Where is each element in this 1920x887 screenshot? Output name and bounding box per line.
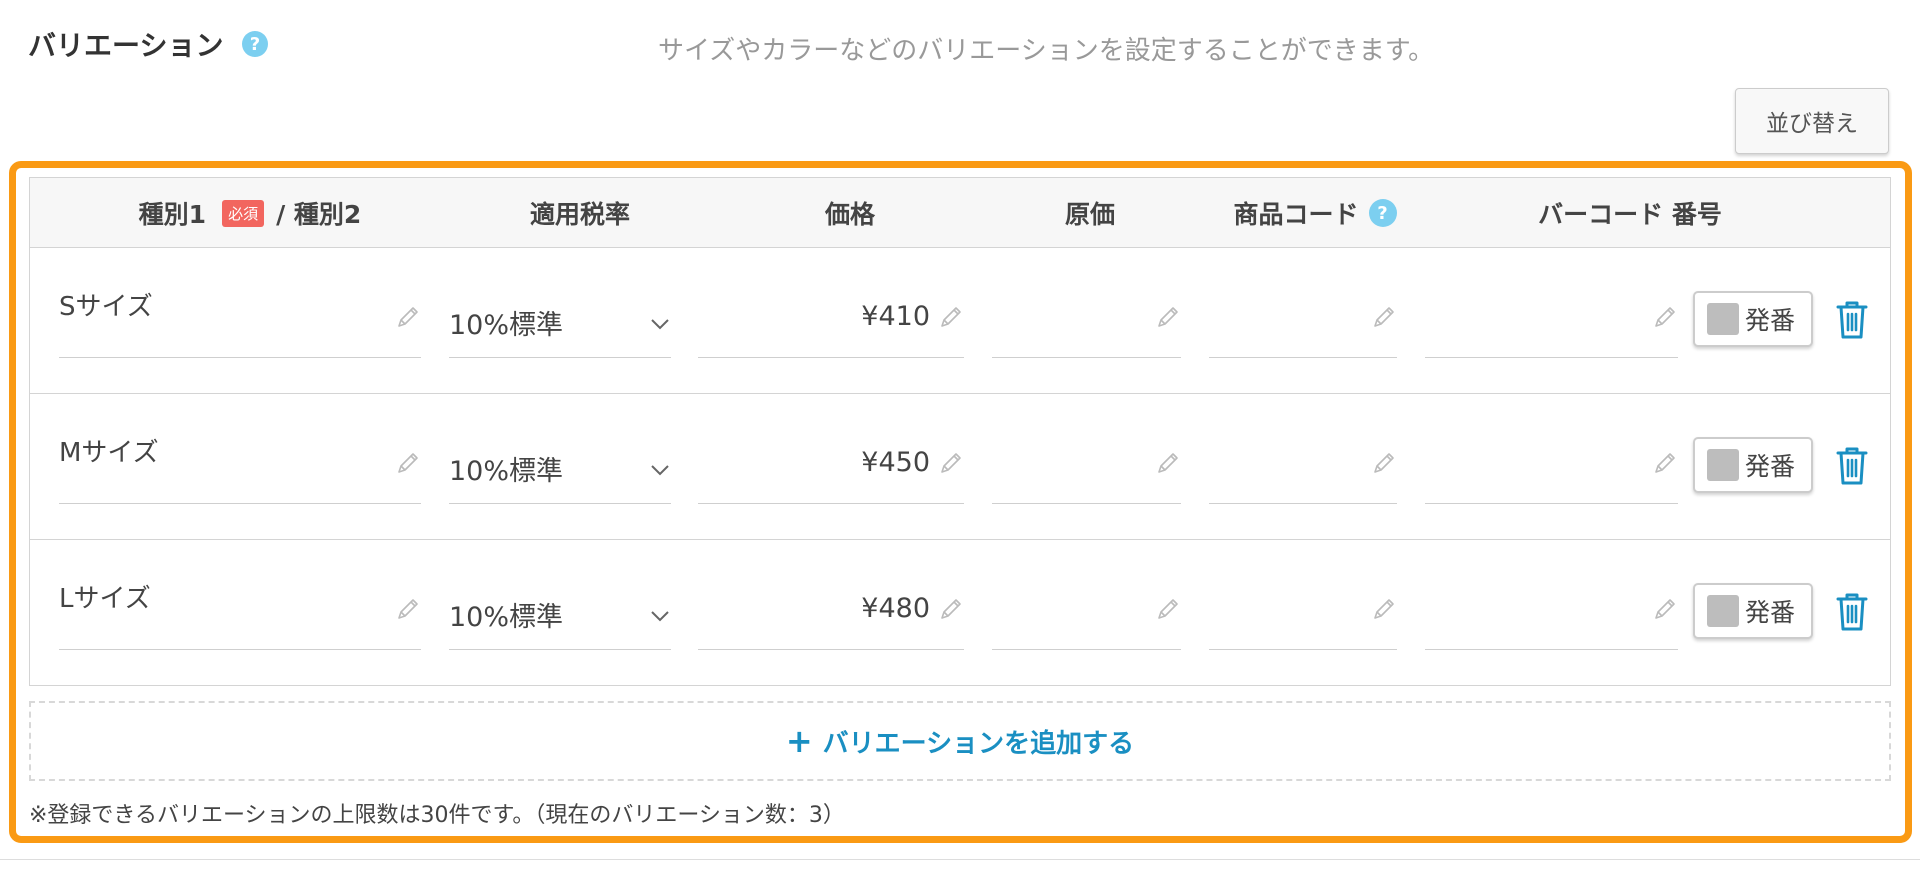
cost-field[interactable] bbox=[992, 394, 1181, 504]
header-type1: 種別1 bbox=[138, 200, 207, 229]
variation-name-field[interactable]: Sサイズ bbox=[59, 248, 421, 358]
barcode-field[interactable] bbox=[1425, 394, 1678, 504]
plus-icon: + bbox=[785, 722, 813, 760]
pencil-icon bbox=[395, 450, 421, 476]
barcode-field[interactable] bbox=[1425, 540, 1678, 650]
tax-rate-value: 10%標準 bbox=[449, 310, 564, 341]
trash-icon[interactable] bbox=[1835, 300, 1869, 340]
table-row: Sサイズ 10%標準 ¥410 発番 bbox=[30, 248, 1890, 394]
variation-table: 種別1 必須 / 種別2 適用税率 価格 原価 商品コード ? バーコード 番号… bbox=[29, 177, 1891, 686]
variation-name: Mサイズ bbox=[59, 438, 159, 468]
price-value: ¥480 bbox=[861, 593, 930, 624]
chevron-down-icon bbox=[649, 608, 671, 622]
price-field[interactable]: ¥480 bbox=[698, 540, 964, 650]
add-variation-button[interactable]: + バリエーションを追加する bbox=[29, 701, 1891, 781]
header-type: 種別1 必須 / 種別2 bbox=[60, 178, 440, 248]
pencil-icon bbox=[395, 304, 421, 330]
issue-label: 発番 bbox=[1745, 452, 1796, 481]
issue-checkbox[interactable] bbox=[1707, 303, 1739, 335]
help-icon[interactable]: ? bbox=[1368, 199, 1397, 227]
price-value: ¥450 bbox=[861, 447, 930, 478]
add-variation-label: バリエーションを追加する bbox=[822, 728, 1135, 759]
header-price: 価格 bbox=[824, 200, 875, 229]
help-icon[interactable]: ? bbox=[242, 31, 268, 57]
pencil-icon bbox=[1652, 450, 1678, 476]
chevron-down-icon bbox=[649, 316, 671, 330]
tax-rate-value: 10%標準 bbox=[449, 602, 564, 633]
section-title: バリエーション bbox=[28, 29, 224, 62]
header-product-code: 商品コード ? bbox=[1200, 178, 1430, 248]
cost-field[interactable] bbox=[992, 248, 1181, 358]
table-header: 種別1 必須 / 種別2 適用税率 価格 原価 商品コード ? バーコード 番号 bbox=[30, 178, 1890, 248]
pencil-icon bbox=[1371, 450, 1397, 476]
cost-field[interactable] bbox=[992, 540, 1181, 650]
table-row: Mサイズ 10%標準 ¥450 発番 bbox=[30, 394, 1890, 540]
header-type2: / 種別2 bbox=[276, 200, 362, 229]
variation-name: Sサイズ bbox=[59, 292, 153, 322]
header-barcode: バーコード 番号 bbox=[1538, 200, 1722, 229]
limit-note: ※登録できるバリエーションの上限数は30件です。（現在のバリエーション数：3） bbox=[29, 803, 845, 828]
divider bbox=[0, 859, 1920, 860]
header-tax-rate: 適用税率 bbox=[529, 200, 630, 229]
variation-name: Lサイズ bbox=[59, 584, 151, 614]
price-field[interactable]: ¥450 bbox=[698, 394, 964, 504]
header-cost: 原価 bbox=[1064, 200, 1115, 229]
pencil-icon bbox=[1371, 596, 1397, 622]
pencil-icon bbox=[938, 596, 964, 622]
issue-checkbox[interactable] bbox=[1707, 449, 1739, 481]
tax-rate-select[interactable]: 10%標準 bbox=[449, 248, 671, 358]
price-value: ¥410 bbox=[861, 301, 930, 332]
section-description: サイズやカラーなどのバリエーションを設定することができます。 bbox=[658, 36, 1435, 66]
pencil-icon bbox=[1652, 304, 1678, 330]
pencil-icon bbox=[1371, 304, 1397, 330]
tax-rate-value: 10%標準 bbox=[449, 456, 564, 487]
required-badge: 必須 bbox=[222, 199, 265, 227]
pencil-icon bbox=[1155, 450, 1181, 476]
issue-number-toggle[interactable]: 発番 bbox=[1693, 437, 1813, 493]
issue-number-toggle[interactable]: 発番 bbox=[1693, 583, 1813, 639]
issue-label: 発番 bbox=[1745, 598, 1796, 627]
tax-rate-select[interactable]: 10%標準 bbox=[449, 394, 671, 504]
product-code-field[interactable] bbox=[1209, 248, 1397, 358]
trash-icon[interactable] bbox=[1835, 446, 1869, 486]
issue-label: 発番 bbox=[1745, 306, 1796, 335]
issue-number-toggle[interactable]: 発番 bbox=[1693, 291, 1813, 347]
pencil-icon bbox=[938, 304, 964, 330]
pencil-icon bbox=[1155, 304, 1181, 330]
tax-rate-select[interactable]: 10%標準 bbox=[449, 540, 671, 650]
product-code-field[interactable] bbox=[1209, 540, 1397, 650]
sort-button[interactable]: 並び替え bbox=[1735, 88, 1889, 154]
pencil-icon bbox=[1155, 596, 1181, 622]
barcode-field[interactable] bbox=[1425, 248, 1678, 358]
trash-icon[interactable] bbox=[1835, 592, 1869, 632]
chevron-down-icon bbox=[649, 462, 671, 476]
pencil-icon bbox=[938, 450, 964, 476]
variation-name-field[interactable]: Lサイズ bbox=[59, 540, 421, 650]
header-product-code-label: 商品コード bbox=[1233, 200, 1359, 229]
price-field[interactable]: ¥410 bbox=[698, 248, 964, 358]
pencil-icon bbox=[1652, 596, 1678, 622]
issue-checkbox[interactable] bbox=[1707, 595, 1739, 627]
table-row: Lサイズ 10%標準 ¥480 発番 bbox=[30, 540, 1890, 686]
variation-name-field[interactable]: Mサイズ bbox=[59, 394, 421, 504]
product-code-field[interactable] bbox=[1209, 394, 1397, 504]
pencil-icon bbox=[395, 596, 421, 622]
